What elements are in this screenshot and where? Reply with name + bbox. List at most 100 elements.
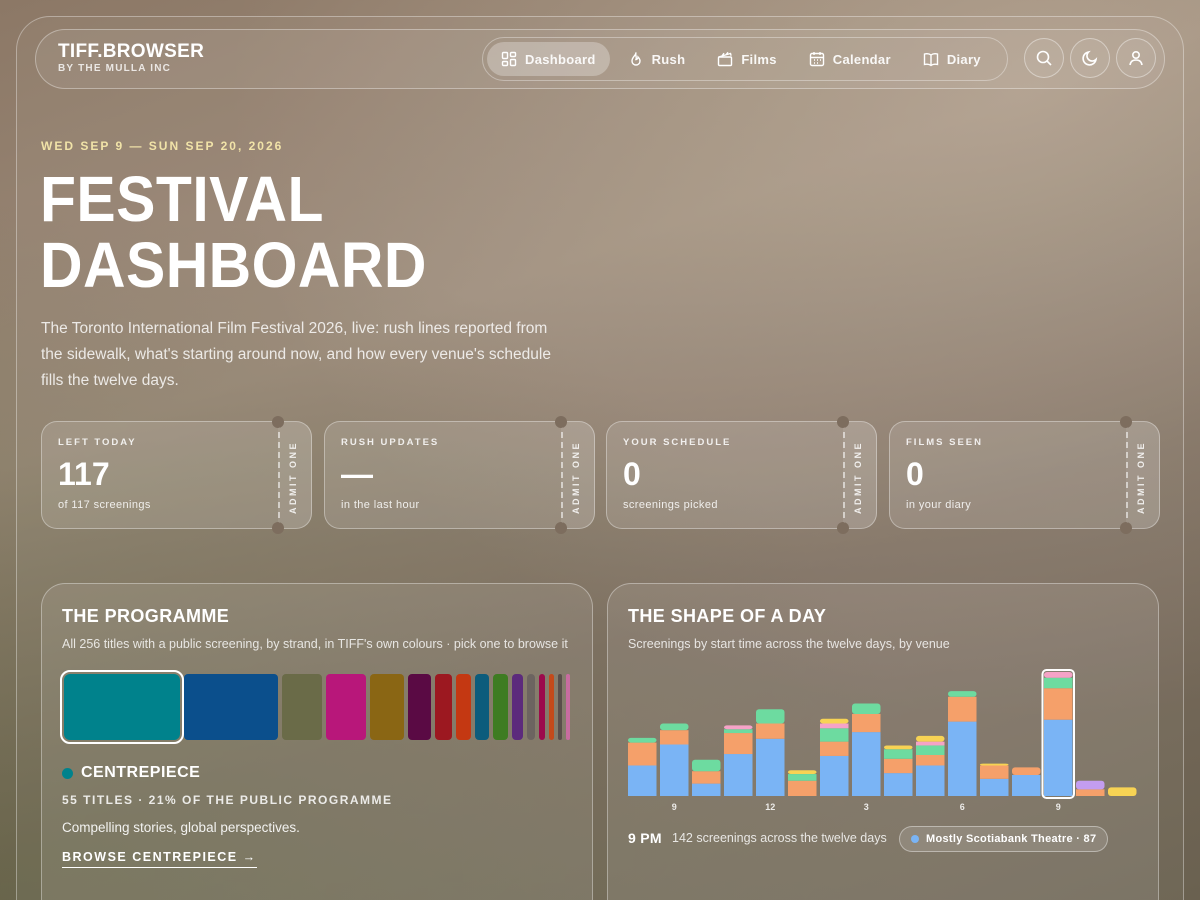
strand-block[interactable] (407, 674, 432, 740)
bar-stack[interactable] (980, 763, 1009, 796)
x-tick-label: 9 (672, 802, 677, 812)
bar-stack[interactable] (756, 709, 785, 796)
bar-segment (756, 709, 785, 724)
bar-segment (820, 718, 849, 724)
search-button[interactable] (1024, 38, 1064, 78)
strand-block[interactable] (326, 674, 367, 740)
programme-card: THE PROGRAMME All 256 titles with a publ… (41, 583, 593, 900)
bar-segment (916, 741, 945, 746)
nav-calendar[interactable]: Calendar (795, 42, 905, 76)
dashboard-icon (501, 51, 517, 67)
selected-strand: CENTREPIECE (62, 764, 200, 782)
bar-stack[interactable] (1076, 780, 1105, 796)
strand-block[interactable] (557, 674, 562, 740)
strand-block[interactable] (183, 674, 279, 740)
bar-segment (916, 754, 945, 766)
bar-stack[interactable] (1012, 767, 1041, 796)
top-venue-pill[interactable]: Mostly Scotiabank Theatre · 87 (899, 826, 1109, 852)
bar-stack[interactable] (948, 691, 977, 796)
ticket-notch (837, 416, 849, 428)
bar-segment (884, 745, 913, 750)
strand-block[interactable] (474, 674, 490, 740)
bar-segment (628, 742, 657, 766)
strand-block[interactable] (282, 674, 323, 740)
selected-time-description: 142 screenings across the twelve days (672, 831, 887, 845)
stat-sub: in the last hour (341, 499, 420, 511)
ticket-stub: ADMIT ONE (1126, 422, 1160, 528)
bar-stack[interactable] (884, 745, 913, 796)
bar-segment (660, 723, 689, 731)
bar-stack[interactable] (628, 737, 657, 796)
bar-segment (820, 755, 849, 796)
bar-stack[interactable] (1108, 787, 1137, 796)
stub-text: ADMIT ONE (853, 441, 863, 514)
ticket-notch (555, 416, 567, 428)
bar-segment (756, 723, 785, 739)
ticket-notch (555, 522, 567, 534)
bar-stack[interactable] (788, 770, 817, 796)
nav-dashboard[interactable]: Dashboard (487, 42, 610, 76)
strand-block[interactable] (565, 674, 570, 740)
bar-segment (692, 783, 721, 796)
strand-color-dot (62, 767, 73, 779)
bar-segment (884, 749, 913, 759)
bar-segment (980, 778, 1009, 796)
strand-block[interactable] (435, 674, 452, 740)
stat-label: RUSH UPDATES (341, 437, 440, 448)
bar-segment (788, 774, 817, 781)
clapperboard-icon (718, 51, 733, 67)
bar-segment (692, 759, 721, 772)
bar-segment (660, 744, 689, 796)
stat-ticket-left-today: LEFT TODAY 117 of 117 screenings ADMIT O… (41, 416, 312, 534)
bar-segment (1108, 787, 1137, 796)
bar-stack[interactable] (1041, 669, 1075, 799)
strand-block[interactable] (549, 674, 554, 740)
page-description: The Toronto International Film Festival … (41, 320, 551, 389)
strand-block[interactable] (370, 674, 404, 740)
venue-color-dot (911, 835, 919, 843)
bar-stack[interactable] (916, 735, 945, 796)
stat-sub: screenings picked (623, 499, 718, 511)
strand-block[interactable] (60, 670, 184, 744)
nav-films[interactable]: Films (703, 42, 790, 76)
brand[interactable]: TIFF.BROWSER BY THE MULLA INC (58, 42, 204, 76)
strand-block[interactable] (512, 674, 523, 740)
nav-label: Dashboard (525, 51, 596, 67)
stat-value: — (341, 456, 373, 492)
selected-strand-description: Compelling stories, global perspectives. (62, 820, 300, 835)
nav-diary[interactable]: Diary (909, 42, 995, 76)
theme-toggle-button[interactable] (1070, 38, 1110, 78)
bar-segment (1044, 719, 1073, 796)
bar-segment (724, 725, 753, 730)
strand-block[interactable] (539, 674, 546, 740)
programme-title: THE PROGRAMME (62, 606, 230, 626)
bar-stack[interactable] (852, 703, 881, 796)
stat-ticket-your-schedule: YOUR SCHEDULE 0 screenings picked ADMIT … (606, 416, 877, 534)
bar-segment (1012, 775, 1041, 796)
shape-title: THE SHAPE OF A DAY (628, 606, 827, 626)
strand-block[interactable] (526, 674, 536, 740)
stat-value: 0 (906, 456, 924, 492)
bar-segment (980, 765, 1009, 779)
bar-stack[interactable] (724, 725, 753, 796)
x-tick-label: 3 (864, 802, 869, 812)
venue-label: Mostly Scotiabank Theatre · 87 (926, 833, 1097, 845)
bar-segment (852, 703, 881, 714)
strand-block[interactable] (493, 674, 509, 740)
stat-value: 117 (58, 456, 110, 492)
selected-strand-meta: 55 TITLES · 21% OF THE PUBLIC PROGRAMME (62, 793, 393, 807)
shape-of-day-card: THE SHAPE OF A DAY Screenings by start t… (607, 583, 1159, 900)
browse-strand-link[interactable]: BROWSE CENTREPIECE → (62, 850, 257, 868)
account-button[interactable] (1116, 38, 1156, 78)
x-tick-label: 12 (765, 802, 775, 812)
bar-stack[interactable] (692, 759, 721, 796)
nav-rush[interactable]: Rush (614, 42, 700, 76)
strand-block[interactable] (455, 674, 471, 740)
main-nav: Dashboard Rush Films Calendar Diary (482, 37, 1008, 81)
bar-stack[interactable] (820, 718, 849, 796)
bar-segment (724, 754, 753, 796)
programme-subtitle: All 256 titles with a public screening, … (62, 637, 568, 651)
bar-stack[interactable] (660, 723, 689, 796)
user-icon (1129, 50, 1143, 66)
bar-segment (820, 723, 849, 729)
